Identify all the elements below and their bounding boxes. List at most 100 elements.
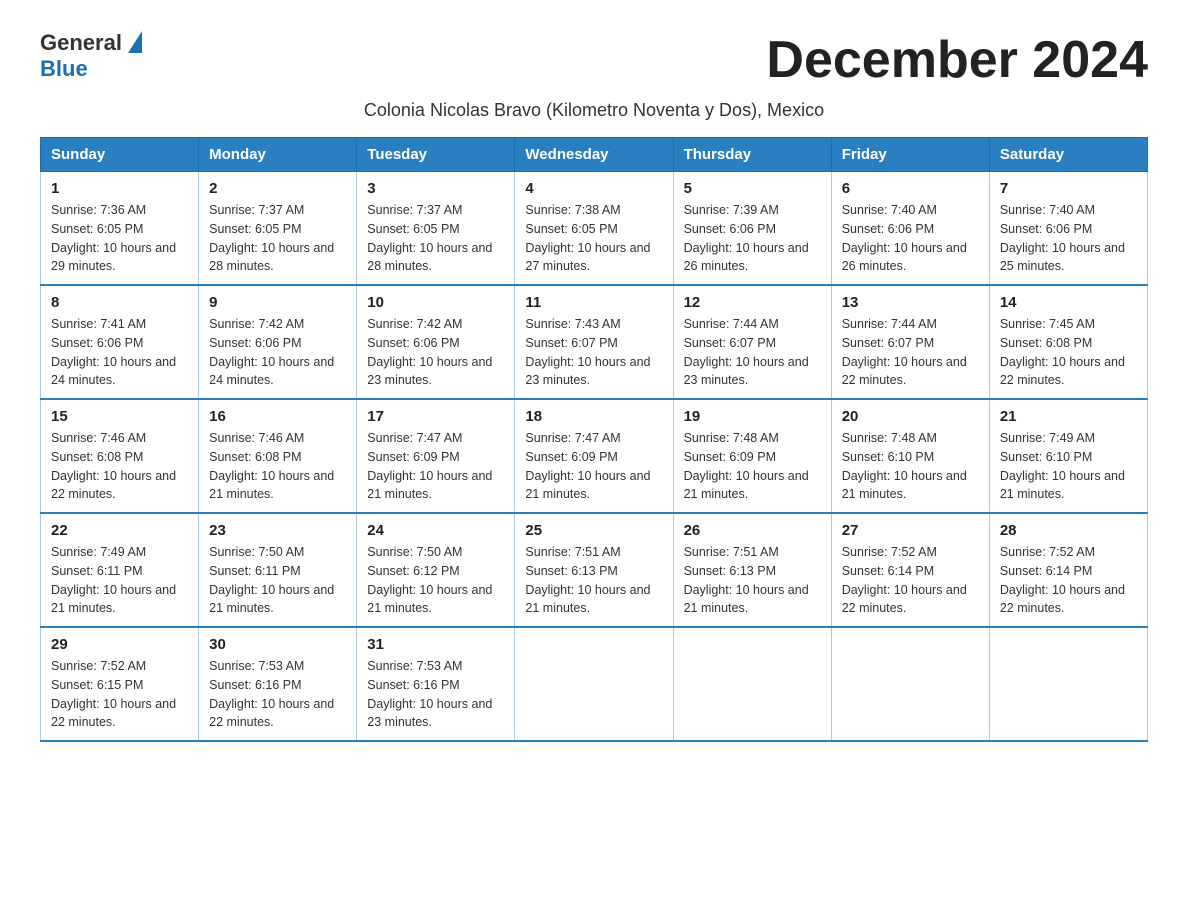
day-info: Sunrise: 7:39 AMSunset: 6:06 PMDaylight:… <box>684 201 821 276</box>
month-title: December 2024 <box>766 30 1148 90</box>
calendar-week-row: 8 Sunrise: 7:41 AMSunset: 6:06 PMDaylight… <box>41 285 1148 399</box>
day-number: 15 <box>51 408 188 425</box>
day-number: 9 <box>209 294 346 311</box>
logo-triangle-icon <box>128 31 142 53</box>
calendar-cell: 16 Sunrise: 7:46 AMSunset: 6:08 PMDayligh… <box>199 399 357 513</box>
day-info: Sunrise: 7:47 AMSunset: 6:09 PMDaylight:… <box>525 429 662 504</box>
calendar-cell: 4 Sunrise: 7:38 AMSunset: 6:05 PMDaylight… <box>515 172 673 286</box>
day-info: Sunrise: 7:50 AMSunset: 6:11 PMDaylight:… <box>209 543 346 618</box>
day-number: 17 <box>367 408 504 425</box>
calendar-week-row: 15 Sunrise: 7:46 AMSunset: 6:08 PMDayligh… <box>41 399 1148 513</box>
day-info: Sunrise: 7:41 AMSunset: 6:06 PMDaylight:… <box>51 315 188 390</box>
day-number: 16 <box>209 408 346 425</box>
calendar-cell: 6 Sunrise: 7:40 AMSunset: 6:06 PMDaylight… <box>831 172 989 286</box>
day-number: 11 <box>525 294 662 311</box>
calendar-cell: 24 Sunrise: 7:50 AMSunset: 6:12 PMDayligh… <box>357 513 515 627</box>
weekday-header-saturday: Saturday <box>989 138 1147 172</box>
calendar-cell: 5 Sunrise: 7:39 AMSunset: 6:06 PMDaylight… <box>673 172 831 286</box>
day-info: Sunrise: 7:50 AMSunset: 6:12 PMDaylight:… <box>367 543 504 618</box>
day-number: 1 <box>51 180 188 197</box>
calendar-cell: 12 Sunrise: 7:44 AMSunset: 6:07 PMDayligh… <box>673 285 831 399</box>
logo-text-general: General <box>40 30 122 56</box>
calendar-cell: 31Sunrise: 7:53 AMSunset: 6:16 PMDayligh… <box>357 627 515 741</box>
calendar-cell: 9 Sunrise: 7:42 AMSunset: 6:06 PMDaylight… <box>199 285 357 399</box>
day-number: 21 <box>1000 408 1137 425</box>
calendar-cell: 19Sunrise: 7:48 AMSunset: 6:09 PMDayligh… <box>673 399 831 513</box>
calendar-cell <box>673 627 831 741</box>
logo-wrapper: General Blue <box>40 30 142 82</box>
day-info: Sunrise: 7:45 AMSunset: 6:08 PMDaylight:… <box>1000 315 1137 390</box>
day-number: 5 <box>684 180 821 197</box>
calendar-cell: 27 Sunrise: 7:52 AMSunset: 6:14 PMDayligh… <box>831 513 989 627</box>
calendar-cell: 3Sunrise: 7:37 AMSunset: 6:05 PMDaylight… <box>357 172 515 286</box>
day-number: 20 <box>842 408 979 425</box>
calendar-table: SundayMondayTuesdayWednesdayThursdayFrid… <box>40 137 1148 742</box>
calendar-cell: 25Sunrise: 7:51 AMSunset: 6:13 PMDayligh… <box>515 513 673 627</box>
calendar-cell: 14 Sunrise: 7:45 AMSunset: 6:08 PMDayligh… <box>989 285 1147 399</box>
calendar-cell <box>831 627 989 741</box>
day-info: Sunrise: 7:46 AMSunset: 6:08 PMDaylight:… <box>51 429 188 504</box>
weekday-header-wednesday: Wednesday <box>515 138 673 172</box>
weekday-header-tuesday: Tuesday <box>357 138 515 172</box>
day-info: Sunrise: 7:49 AMSunset: 6:10 PMDaylight:… <box>1000 429 1137 504</box>
day-number: 8 <box>51 294 188 311</box>
calendar-week-row: 29 Sunrise: 7:52 AMSunset: 6:15 PMDayligh… <box>41 627 1148 741</box>
day-number: 30 <box>209 636 346 653</box>
day-info: Sunrise: 7:38 AMSunset: 6:05 PMDaylight:… <box>525 201 662 276</box>
day-info: Sunrise: 7:42 AMSunset: 6:06 PMDaylight:… <box>209 315 346 390</box>
calendar-cell: 7Sunrise: 7:40 AMSunset: 6:06 PMDaylight… <box>989 172 1147 286</box>
day-info: Sunrise: 7:49 AMSunset: 6:11 PMDaylight:… <box>51 543 188 618</box>
day-number: 12 <box>684 294 821 311</box>
calendar-cell: 2 Sunrise: 7:37 AMSunset: 6:05 PMDaylight… <box>199 172 357 286</box>
day-info: Sunrise: 7:46 AMSunset: 6:08 PMDaylight:… <box>209 429 346 504</box>
day-info: Sunrise: 7:42 AMSunset: 6:06 PMDaylight:… <box>367 315 504 390</box>
logo: General <box>40 30 142 56</box>
day-number: 18 <box>525 408 662 425</box>
day-info: Sunrise: 7:40 AMSunset: 6:06 PMDaylight:… <box>1000 201 1137 276</box>
calendar-cell: 20 Sunrise: 7:48 AMSunset: 6:10 PMDayligh… <box>831 399 989 513</box>
day-info: Sunrise: 7:44 AMSunset: 6:07 PMDaylight:… <box>842 315 979 390</box>
day-number: 6 <box>842 180 979 197</box>
calendar-cell: 18 Sunrise: 7:47 AMSunset: 6:09 PMDayligh… <box>515 399 673 513</box>
weekday-header-thursday: Thursday <box>673 138 831 172</box>
day-info: Sunrise: 7:48 AMSunset: 6:09 PMDaylight:… <box>684 429 821 504</box>
day-info: Sunrise: 7:47 AMSunset: 6:09 PMDaylight:… <box>367 429 504 504</box>
subtitle: Colonia Nicolas Bravo (Kilometro Noventa… <box>40 100 1148 121</box>
calendar-week-row: 1 Sunrise: 7:36 AMSunset: 6:05 PMDaylight… <box>41 172 1148 286</box>
calendar-cell: 17 Sunrise: 7:47 AMSunset: 6:09 PMDayligh… <box>357 399 515 513</box>
weekday-header-sunday: Sunday <box>41 138 199 172</box>
day-info: Sunrise: 7:40 AMSunset: 6:06 PMDaylight:… <box>842 201 979 276</box>
calendar-cell: 28Sunrise: 7:52 AMSunset: 6:14 PMDayligh… <box>989 513 1147 627</box>
day-info: Sunrise: 7:44 AMSunset: 6:07 PMDaylight:… <box>684 315 821 390</box>
day-number: 26 <box>684 522 821 539</box>
day-number: 25 <box>525 522 662 539</box>
day-number: 31 <box>367 636 504 653</box>
day-number: 4 <box>525 180 662 197</box>
day-number: 29 <box>51 636 188 653</box>
logo-text-blue: Blue <box>40 56 88 82</box>
day-number: 13 <box>842 294 979 311</box>
day-info: Sunrise: 7:52 AMSunset: 6:14 PMDaylight:… <box>842 543 979 618</box>
day-number: 2 <box>209 180 346 197</box>
day-number: 27 <box>842 522 979 539</box>
day-info: Sunrise: 7:43 AMSunset: 6:07 PMDaylight:… <box>525 315 662 390</box>
day-number: 22 <box>51 522 188 539</box>
calendar-cell: 30Sunrise: 7:53 AMSunset: 6:16 PMDayligh… <box>199 627 357 741</box>
calendar-cell: 13 Sunrise: 7:44 AMSunset: 6:07 PMDayligh… <box>831 285 989 399</box>
day-number: 10 <box>367 294 504 311</box>
day-info: Sunrise: 7:52 AMSunset: 6:15 PMDaylight:… <box>51 657 188 732</box>
calendar-cell: 29 Sunrise: 7:52 AMSunset: 6:15 PMDayligh… <box>41 627 199 741</box>
calendar-cell: 26Sunrise: 7:51 AMSunset: 6:13 PMDayligh… <box>673 513 831 627</box>
day-number: 24 <box>367 522 504 539</box>
day-info: Sunrise: 7:36 AMSunset: 6:05 PMDaylight:… <box>51 201 188 276</box>
day-info: Sunrise: 7:52 AMSunset: 6:14 PMDaylight:… <box>1000 543 1137 618</box>
day-number: 23 <box>209 522 346 539</box>
calendar-cell: 22 Sunrise: 7:49 AMSunset: 6:11 PMDayligh… <box>41 513 199 627</box>
calendar-cell: 1 Sunrise: 7:36 AMSunset: 6:05 PMDaylight… <box>41 172 199 286</box>
calendar-week-row: 22 Sunrise: 7:49 AMSunset: 6:11 PMDayligh… <box>41 513 1148 627</box>
calendar-cell <box>515 627 673 741</box>
calendar-cell: 8 Sunrise: 7:41 AMSunset: 6:06 PMDaylight… <box>41 285 199 399</box>
day-info: Sunrise: 7:48 AMSunset: 6:10 PMDaylight:… <box>842 429 979 504</box>
day-info: Sunrise: 7:37 AMSunset: 6:05 PMDaylight:… <box>209 201 346 276</box>
day-number: 14 <box>1000 294 1137 311</box>
